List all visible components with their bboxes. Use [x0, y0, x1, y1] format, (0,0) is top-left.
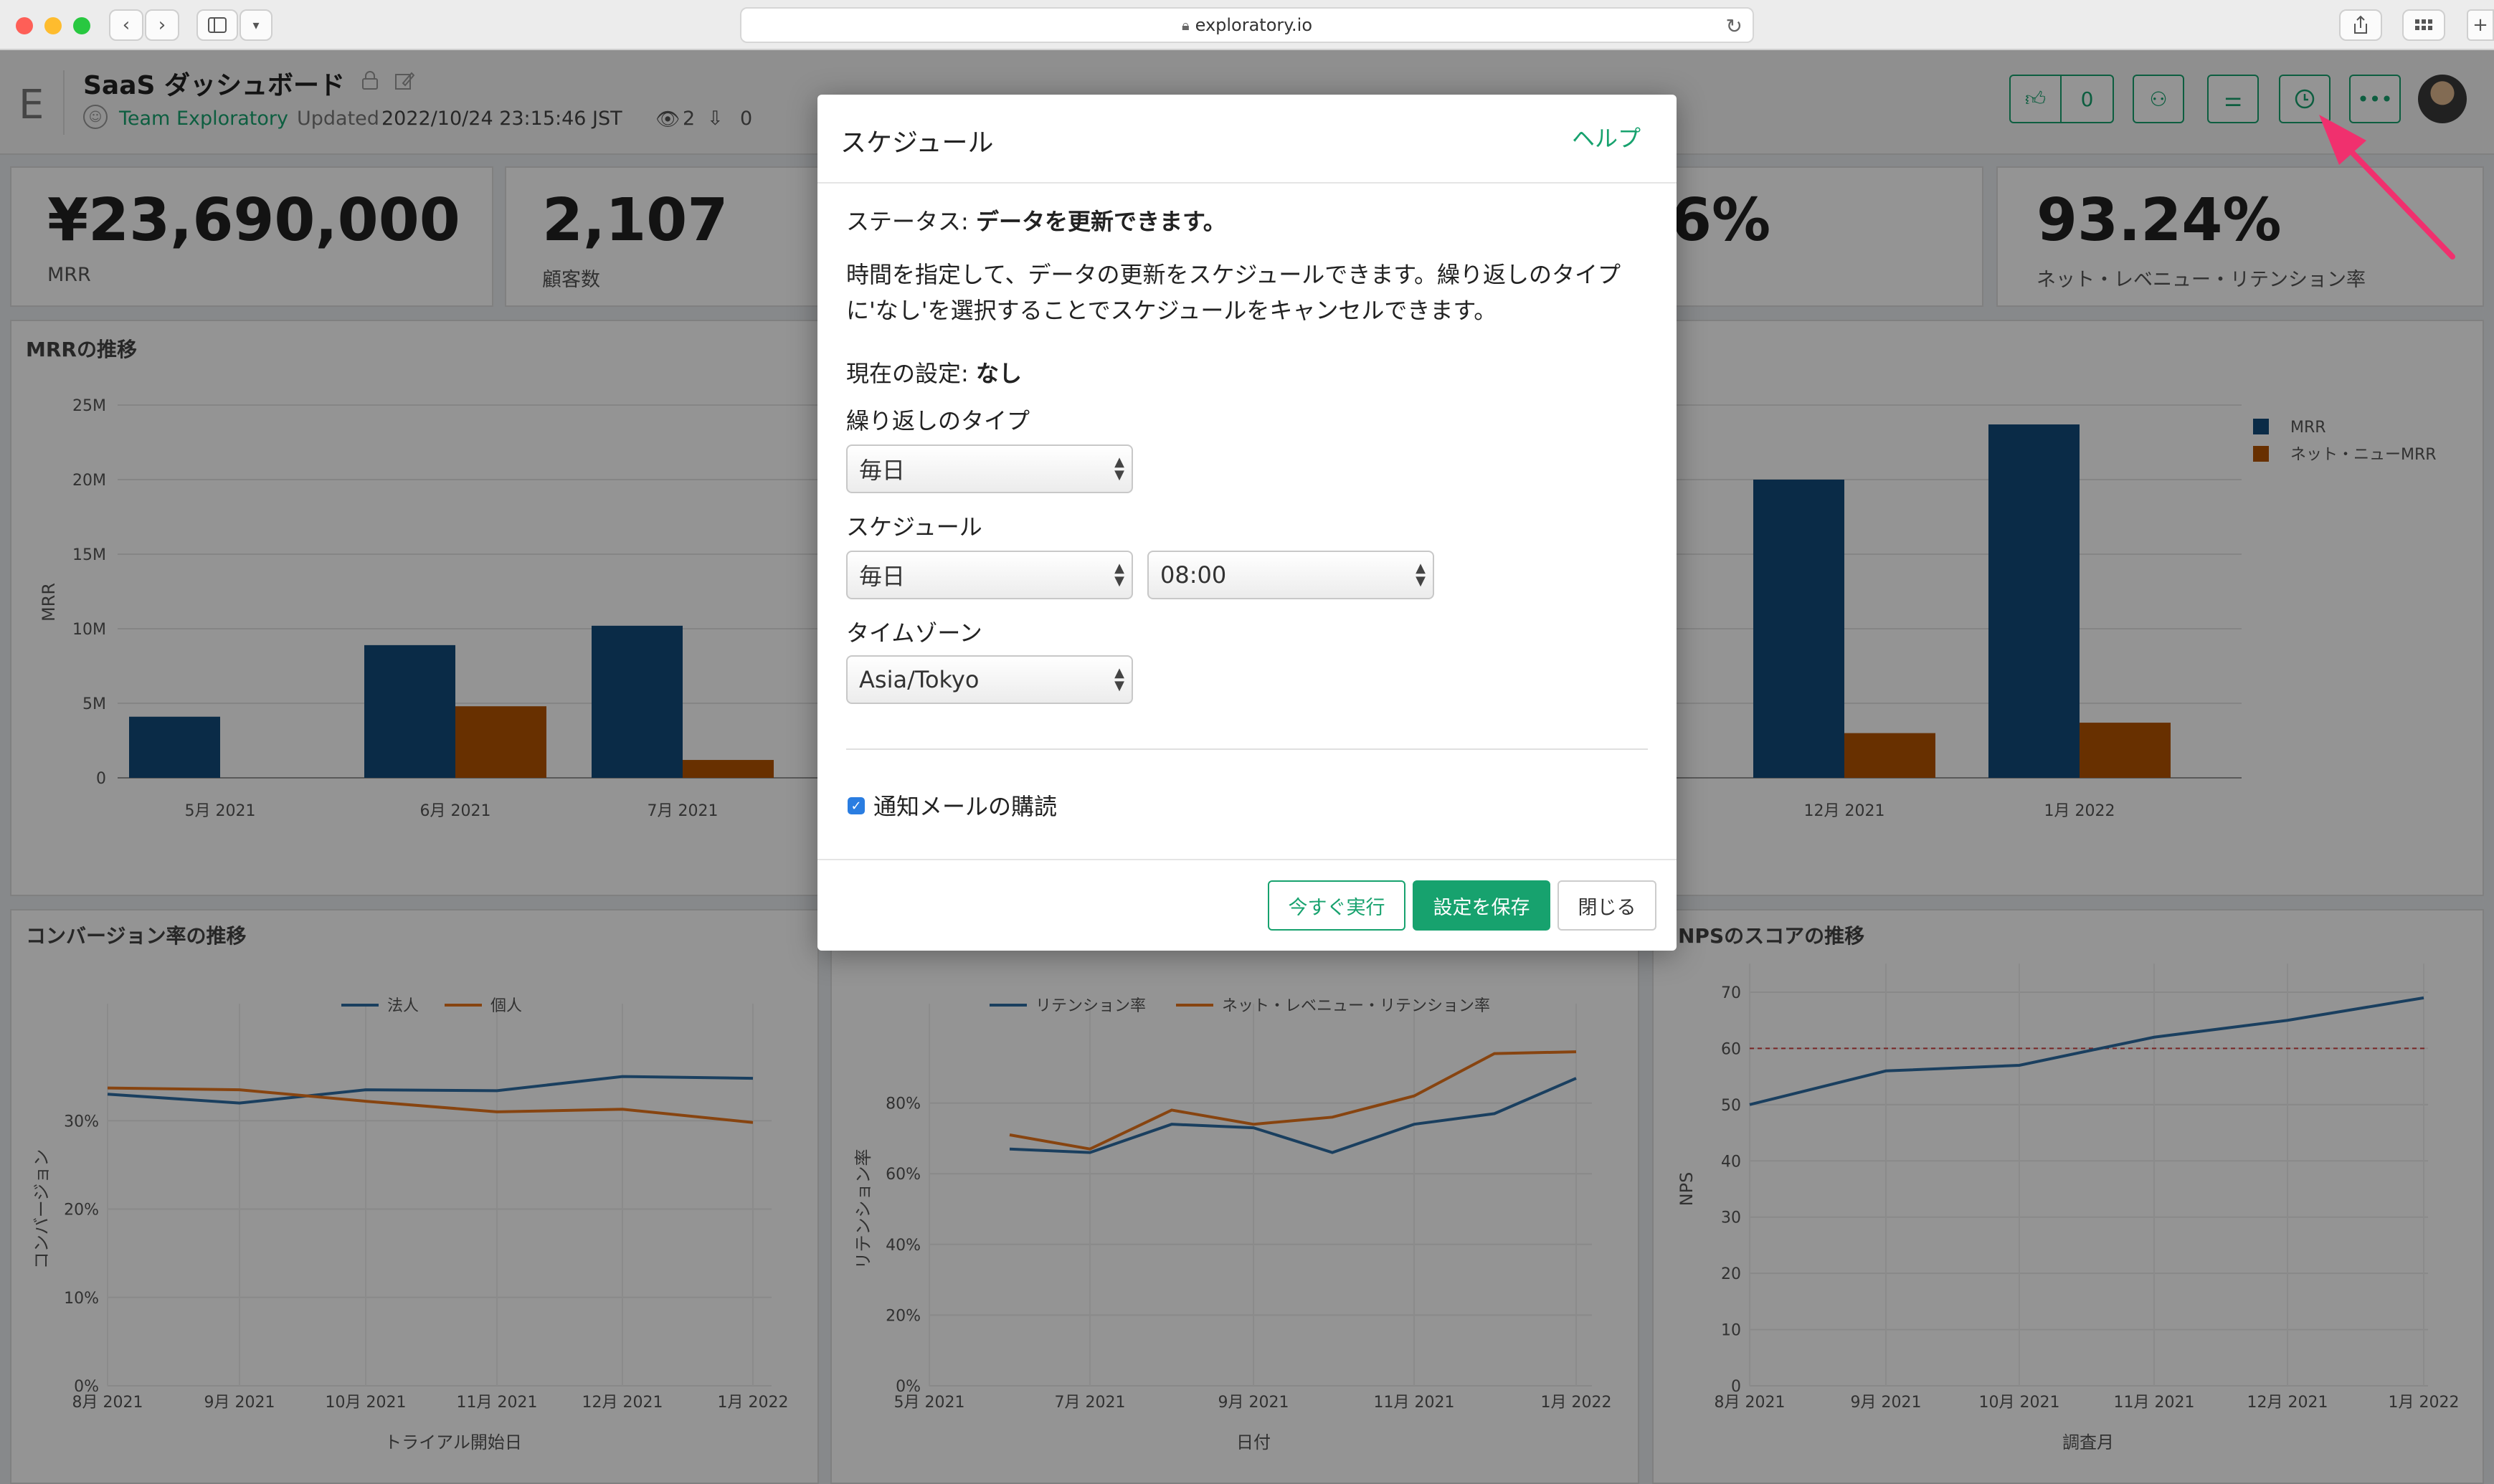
divider — [846, 748, 1648, 750]
status-label: ステータス: — [846, 208, 969, 235]
schedule-dialog: スケジュール ヘルプ ステータス: データを更新できます。 時間を指定して、デー… — [817, 95, 1677, 951]
checkmark-icon: ✓ — [850, 798, 862, 814]
repeat-type-value: 毎日 — [859, 457, 906, 484]
timezone-value: Asia/Tokyo — [859, 666, 980, 693]
select-arrows-icon: ▲ ▼ — [1416, 561, 1426, 589]
current-setting: 現在の設定: なし — [846, 356, 1022, 389]
repeat-type-label: 繰り返しのタイプ — [846, 407, 1030, 434]
select-arrows-icon: ▲ ▼ — [1114, 455, 1124, 482]
close-button[interactable]: 閉じる — [1557, 880, 1656, 931]
current-setting-value: なし — [975, 360, 1022, 387]
status-line: ステータス: データを更新できます。 — [846, 204, 1226, 237]
notify-checkbox[interactable]: ✓ — [848, 797, 865, 814]
schedule-frequency-select[interactable]: 毎日 ▲ ▼ — [846, 551, 1133, 599]
help-link[interactable]: ヘルプ — [1572, 120, 1641, 153]
timezone-select[interactable]: Asia/Tokyo ▲ ▼ — [846, 655, 1133, 704]
repeat-type-select[interactable]: 毎日 ▲ ▼ — [846, 444, 1133, 493]
dialog-footer-divider — [817, 859, 1677, 860]
dialog-title: スケジュール — [840, 128, 994, 158]
current-setting-label: 現在の設定: — [846, 360, 969, 387]
schedule-time-select[interactable]: 08:00 ▲ ▼ — [1147, 551, 1434, 599]
timezone-label: タイムゾーン — [846, 619, 982, 647]
schedule-frequency-value: 毎日 — [859, 563, 906, 590]
status-value: データを更新できます。 — [975, 208, 1226, 235]
select-arrows-icon: ▲ ▼ — [1114, 561, 1124, 589]
description-line-2: に'なし'を選択することでスケジュールをキャンセルできます。 — [846, 297, 1497, 324]
schedule-time-value: 08:00 — [1160, 561, 1227, 589]
run-now-button[interactable]: 今すぐ実行 — [1268, 880, 1405, 931]
description-line-1: 時間を指定して、データの更新をスケジュールできます。繰り返しのタイプ — [846, 261, 1621, 288]
save-settings-button[interactable]: 設定を保存 — [1413, 880, 1550, 931]
select-arrows-icon: ▲ ▼ — [1114, 665, 1124, 693]
schedule-label: スケジュール — [846, 513, 982, 541]
dialog-header: スケジュール ヘルプ — [817, 95, 1677, 184]
notify-label[interactable]: 通知メールの購読 — [873, 789, 1057, 822]
